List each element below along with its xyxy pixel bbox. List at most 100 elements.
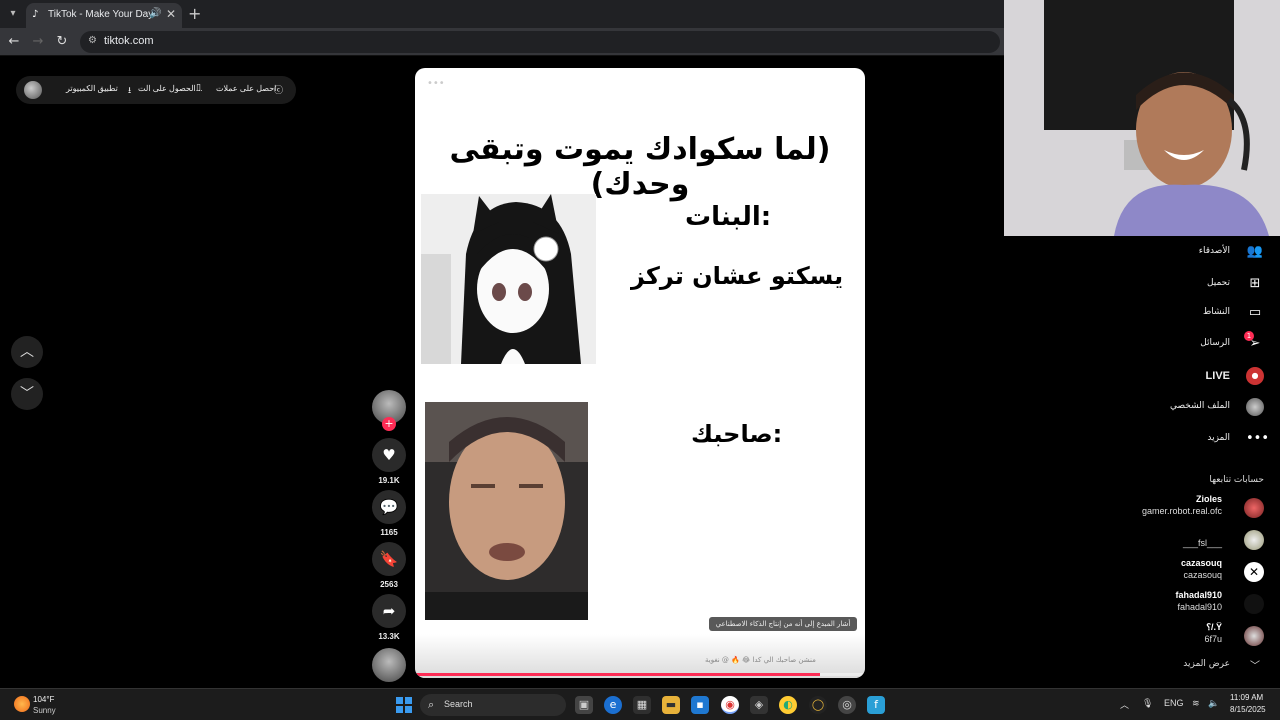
avatar xyxy=(1246,398,1264,416)
speaker-icon[interactable]: 🔊 xyxy=(149,8,161,19)
avatar: ✕ xyxy=(1244,562,1264,582)
plus-square-icon: ⊞ xyxy=(1249,276,1261,291)
edge-icon[interactable]: e xyxy=(604,696,622,714)
taskbar-search[interactable]: ⌕ Search xyxy=(420,694,566,716)
microphone-icon[interactable]: 🎙 xyxy=(1142,698,1153,709)
avatar xyxy=(1244,594,1264,614)
creator-profile[interactable]: + xyxy=(372,390,406,431)
sidebar-item-more[interactable]: المزيد ••• xyxy=(1114,430,1269,450)
avatar[interactable] xyxy=(24,81,42,99)
browser-tab-bar: ▾ ♪ TikTok - Make Your Day 🔊 ✕ + xyxy=(0,0,1004,28)
activity-icon: ▭ xyxy=(1248,305,1262,320)
following-account[interactable]: Zioles gamer.robot.real.ofc xyxy=(1094,494,1264,522)
address-bar[interactable]: ⚙ tiktok.com xyxy=(80,31,1000,53)
following-account[interactable]: ؟/.Ÿ 6f7u xyxy=(1094,622,1264,650)
sidebar-item-friends[interactable]: الأصدقاء 👥 xyxy=(1114,243,1264,263)
app-icon[interactable]: ▪ xyxy=(691,696,709,714)
unity-icon[interactable]: ◈ xyxy=(750,696,768,714)
tab-title: TikTok - Make Your Day xyxy=(48,9,154,20)
site-info-icon[interactable]: ⚙ xyxy=(88,35,97,46)
save-button[interactable]: 🔖 2563 xyxy=(372,542,406,589)
comment-button[interactable]: 💬 1165 xyxy=(372,490,406,537)
share-button[interactable]: ➦ 13.3K xyxy=(372,594,406,641)
weather-temperature[interactable]: 104°F xyxy=(33,695,54,704)
account-handle: cazasouq xyxy=(1183,570,1222,580)
account-handle: fahadal910 xyxy=(1177,602,1222,612)
like-count: 19.1K xyxy=(378,476,400,485)
chrome-icon[interactable]: ◉ xyxy=(721,696,739,714)
url-text: tiktok.com xyxy=(104,35,154,47)
save-count: 2563 xyxy=(380,580,398,589)
new-tab-button[interactable]: + xyxy=(188,4,201,23)
sidebar-item-label: LIVE xyxy=(1205,370,1230,382)
following-account[interactable]: fahadal910 fahadal910 xyxy=(1094,590,1264,618)
sun-icon[interactable] xyxy=(14,696,30,712)
sound-disc[interactable] xyxy=(372,648,406,682)
share-count: 13.3K xyxy=(378,632,400,641)
avatar xyxy=(1244,626,1264,646)
store-icon[interactable]: ▦ xyxy=(633,696,651,714)
clock-time[interactable]: 11:09 AM xyxy=(1230,693,1263,702)
file-explorer-icon[interactable]: ▬ xyxy=(662,696,680,714)
sidebar-item-activity[interactable]: النشاط ▭ xyxy=(1114,304,1264,324)
man-photo-image xyxy=(425,402,588,620)
follow-plus-icon[interactable]: + xyxy=(382,417,396,431)
desktop-app-link[interactable]: تطبيق الكمبيوتر xyxy=(66,84,118,93)
bookmark-icon[interactable]: 🔖 xyxy=(372,542,406,576)
get-app-link[interactable]: الحصول على الت... xyxy=(138,84,202,93)
clock-date[interactable]: 8/15/2025 xyxy=(1230,705,1266,714)
account-name: fahadal910 xyxy=(1175,590,1222,600)
browser-tab[interactable]: ♪ TikTok - Make Your Day 🔊 ✕ xyxy=(26,3,182,28)
task-view-icon[interactable]: ▣ xyxy=(575,696,593,714)
meme-title: (لما سكوادك يموت وتبقى وحدك) xyxy=(449,132,831,202)
next-video-button[interactable]: ﹀ xyxy=(11,378,43,410)
share-icon[interactable]: ➦ xyxy=(372,594,406,628)
account-name: ؟/.Ÿ xyxy=(1206,622,1222,632)
girls-text: يسكتو عشان تركز xyxy=(631,262,844,290)
get-coins-link[interactable]: احصل على عملات xyxy=(216,84,276,93)
live-icon: ● xyxy=(1246,367,1264,385)
speaker-icon[interactable]: 🔈 xyxy=(1208,698,1219,709)
app-icon[interactable]: f xyxy=(867,696,885,714)
following-account[interactable]: cazasouq cazasouq ✕ xyxy=(1094,558,1264,586)
back-button[interactable]: ← xyxy=(6,34,22,50)
browser-toolbar: ← → ↻ ⚙ tiktok.com xyxy=(0,28,1004,56)
anime-girl-image xyxy=(421,194,596,364)
show-more-button[interactable]: عرض المزيد ﹀ xyxy=(1114,657,1264,673)
comment-icon[interactable]: 💬 xyxy=(372,490,406,524)
language-indicator[interactable]: ENG xyxy=(1164,698,1184,708)
tiktok-top-bar: ⭳ تطبيق الكمبيوتر ▯ الحصول على الت... ⓒ … xyxy=(16,76,296,104)
chevron-up-icon[interactable]: ︿ xyxy=(1120,698,1129,711)
sidebar-item-label: الرسائل xyxy=(1200,338,1230,348)
weather-description[interactable]: Sunny xyxy=(33,706,56,715)
wifi-icon[interactable]: ≋ xyxy=(1192,698,1200,709)
unread-badge: 1 xyxy=(1244,331,1254,341)
app-icon[interactable]: ◯ xyxy=(809,696,827,714)
tab-search-icon[interactable]: ▾ xyxy=(4,5,22,23)
obs-icon[interactable]: ◎ xyxy=(838,696,856,714)
ai-generated-label: أشار المبدع إلى أنه من إنتاج الذكاء الاص… xyxy=(709,617,857,631)
music-disc-icon[interactable] xyxy=(372,648,406,682)
more-options-icon[interactable]: ••• xyxy=(427,78,445,89)
heart-icon[interactable]: ♥ xyxy=(372,438,406,472)
like-button[interactable]: ♥ 19.1K xyxy=(372,438,406,485)
comment-count: 1165 xyxy=(380,528,398,537)
sidebar-item-messages[interactable]: الرسائل ➢ 1 xyxy=(1114,331,1264,355)
video-player[interactable]: ••• (لما سكوادك يموت وتبقى وحدك) البنات:… xyxy=(415,68,865,678)
forward-button[interactable]: → xyxy=(30,34,46,50)
reload-button[interactable]: ↻ xyxy=(54,34,70,50)
windows-taskbar: 104°F Sunny ⌕ Search ▣ e ▦ ▬ ▪ ◉ ◈ ◐ ◯ ◎… xyxy=(0,688,1280,720)
avatar xyxy=(1244,498,1264,518)
search-icon: ⌕ xyxy=(428,698,435,711)
sidebar-item-profile[interactable]: الملف الشخصي xyxy=(1114,398,1264,418)
windows-start-icon[interactable] xyxy=(396,697,412,713)
previous-video-button[interactable]: ︿ xyxy=(11,336,43,368)
following-account[interactable]: ___fsl___ xyxy=(1094,526,1264,554)
download-icon: ⭳ xyxy=(128,86,132,96)
app-icon[interactable]: ◐ xyxy=(779,696,797,714)
video-progress-bar[interactable] xyxy=(415,673,865,676)
close-tab-icon[interactable]: ✕ xyxy=(166,7,176,21)
sidebar-item-live[interactable]: LIVE ● xyxy=(1114,367,1264,387)
sidebar-item-upload[interactable]: تحميل ⊞ xyxy=(1114,275,1264,295)
sidebar-item-label: تحميل xyxy=(1206,278,1230,288)
